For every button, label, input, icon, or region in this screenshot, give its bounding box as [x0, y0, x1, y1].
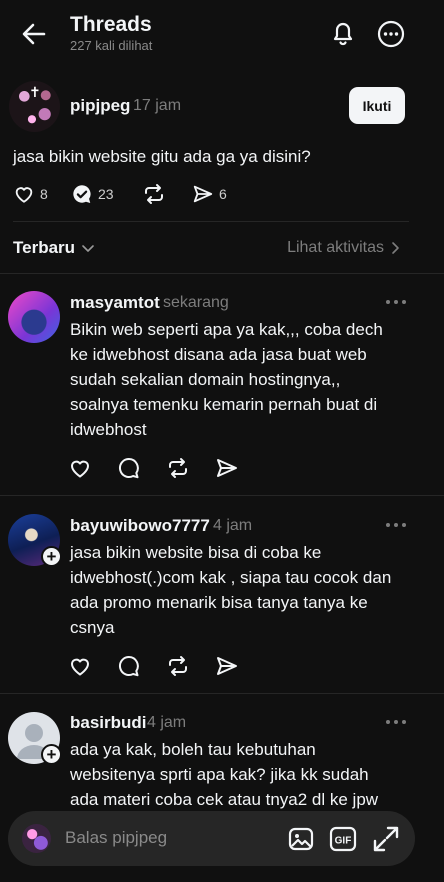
comment-icon[interactable] — [117, 456, 141, 480]
reply-username[interactable]: basirbudi — [70, 713, 147, 733]
follow-button[interactable]: Ikuti — [349, 87, 405, 124]
heart-icon[interactable] — [68, 456, 92, 480]
like-count: 8 — [40, 186, 48, 202]
follow-plus-icon[interactable]: + — [41, 546, 62, 567]
sort-dropdown[interactable]: Terbaru — [13, 238, 96, 258]
reply-text: jasa bikin website bisa di coba ke idweb… — [70, 543, 392, 637]
divider — [0, 495, 444, 496]
reply-timestamp: sekarang — [163, 294, 229, 311]
current-user-avatar — [22, 824, 51, 853]
follow-plus-icon[interactable]: + — [41, 744, 62, 765]
reply-avatar[interactable] — [8, 291, 60, 343]
gif-label: GIF — [335, 836, 352, 847]
bell-icon[interactable] — [329, 19, 357, 47]
heart-icon — [15, 187, 33, 203]
reply-actions — [68, 456, 239, 480]
reply-composer: GIF — [8, 811, 415, 866]
image-icon[interactable] — [287, 825, 315, 853]
post-timestamp: 17 jam — [133, 97, 182, 114]
back-arrow-icon[interactable] — [20, 20, 48, 48]
post-actions: 8 23 6 — [13, 182, 227, 206]
sort-label: Terbaru — [13, 238, 76, 257]
view-count: 227 kali dilihat — [70, 38, 153, 53]
like-action[interactable]: 8 — [13, 183, 71, 205]
divider — [0, 273, 444, 274]
more-horizontal-icon[interactable] — [384, 520, 408, 530]
reply-text: Bikin web seperti apa ya kak,,, coba dec… — [70, 320, 383, 439]
view-activity-link[interactable]: Lihat aktivitas — [287, 239, 402, 257]
top-bar: Threads 227 kali dilihat — [0, 0, 444, 66]
share-action[interactable]: 6 — [192, 183, 227, 205]
author-username[interactable]: pipjpeg — [70, 96, 130, 116]
gif-icon[interactable]: GIF — [329, 825, 357, 853]
author-avatar[interactable]: ✝ — [9, 81, 60, 132]
send-icon[interactable] — [215, 456, 239, 480]
chevron-down-icon — [82, 245, 94, 252]
page-title: Threads — [70, 13, 152, 36]
cross-icon: ✝ — [29, 84, 41, 100]
more-horizontal-icon[interactable] — [384, 297, 408, 307]
repost-icon[interactable] — [166, 654, 190, 678]
repost-icon[interactable] — [166, 456, 190, 480]
send-icon — [193, 185, 213, 203]
reply-input[interactable] — [65, 827, 275, 849]
activity-label: Lihat aktivitas — [287, 239, 384, 256]
repost-icon — [145, 184, 163, 204]
reply-text: ada ya kak, boleh tau kebutuhan websiten… — [70, 740, 379, 809]
reply-actions — [68, 654, 239, 678]
divider — [0, 693, 444, 694]
reply-timestamp: 4 jam — [147, 714, 187, 731]
repost-action[interactable] — [142, 182, 192, 206]
send-icon[interactable] — [215, 654, 239, 678]
reply-timestamp: 4 jam — [213, 517, 253, 534]
post-text: jasa bikin website gitu ada ga ya disini… — [13, 147, 311, 166]
comment-icon[interactable] — [117, 654, 141, 678]
more-horizontal-icon[interactable] — [384, 717, 408, 727]
more-options-icon[interactable] — [376, 19, 406, 49]
share-count: 6 — [219, 186, 227, 202]
title-block: Threads 227 kali dilihat — [70, 13, 152, 54]
chevron-right-icon — [392, 242, 399, 254]
reply-username[interactable]: masyamtot — [70, 293, 160, 313]
divider — [13, 221, 409, 222]
reply-count: 23 — [98, 186, 114, 202]
heart-icon[interactable] — [68, 654, 92, 678]
reply-action[interactable]: 23 — [71, 183, 142, 205]
reply-username[interactable]: bayuwibowo7777 — [70, 516, 210, 536]
expand-icon[interactable] — [372, 825, 400, 853]
reply-bubble-icon — [73, 185, 91, 203]
